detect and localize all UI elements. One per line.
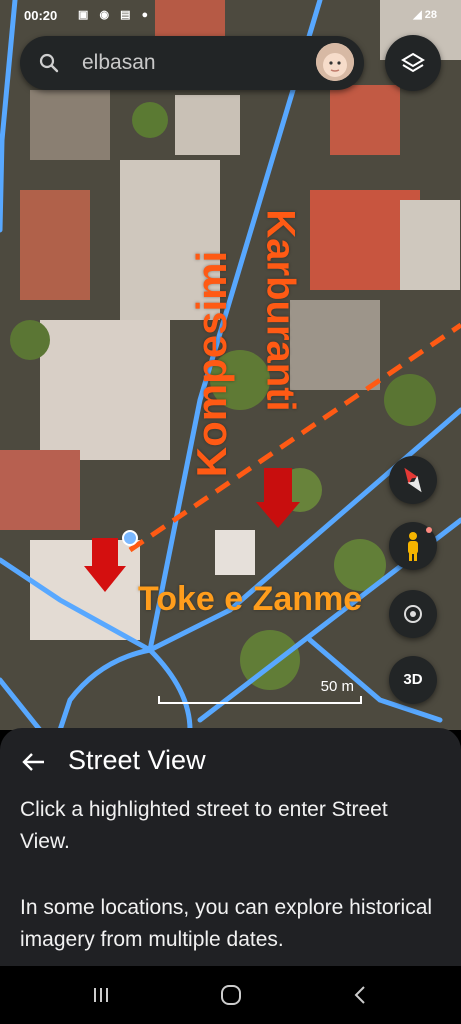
search-bar[interactable]: elbasan <box>20 36 364 90</box>
recent-apps-icon[interactable] <box>86 980 116 1010</box>
baby-face-icon <box>316 43 354 81</box>
back-icon[interactable] <box>346 980 376 1010</box>
back-arrow-icon[interactable] <box>20 748 48 776</box>
pegman-icon <box>408 527 432 561</box>
profile-avatar[interactable] <box>316 43 354 81</box>
historical-imagery-text: In some locations, you can explore histo… <box>20 896 433 951</box>
location-button[interactable] <box>389 590 437 638</box>
sheet-title: Street View <box>68 745 206 775</box>
scale-line <box>158 696 362 704</box>
notification-icons: ▣ ◉ ▤ ● <box>78 9 153 21</box>
home-icon[interactable] <box>216 980 246 1010</box>
scale-label: 50 m <box>320 678 354 695</box>
battery-signal-icons: ◢ 28 <box>413 9 437 21</box>
annotation-karburanti: Karburanti <box>258 209 303 412</box>
layers-button[interactable] <box>385 35 441 91</box>
satellite-map[interactable]: Kompesimi Karburanti Toke e Zanme 50 m 3… <box>0 0 461 730</box>
status-time: 00:20 <box>24 8 58 23</box>
status-bar: 00:20 ▣ ◉ ▤ ● ◢ 28 <box>0 0 461 32</box>
compass-icon <box>404 467 422 493</box>
my-location-icon <box>404 605 422 623</box>
instruction-text: Click a highlighted street to enter Stre… <box>20 798 388 853</box>
annotation-kompesimi: Kompesimi <box>188 250 235 478</box>
annotation-toke-e-zanme: Toke e Zanme <box>138 580 363 618</box>
android-nav-bar <box>0 966 461 1024</box>
layers-icon <box>401 52 425 73</box>
compass-button[interactable] <box>389 456 437 504</box>
street-view-sheet: Street View Click a highlighted street t… <box>0 728 461 966</box>
search-icon <box>39 53 59 73</box>
search-input[interactable]: elbasan <box>82 51 156 75</box>
3d-toggle-button[interactable]: 3D <box>389 656 437 704</box>
pegman-button[interactable] <box>389 522 437 570</box>
